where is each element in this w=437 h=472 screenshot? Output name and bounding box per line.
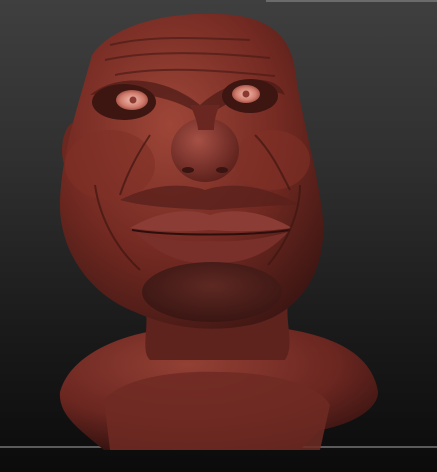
zbrush-canvas[interactable] xyxy=(0,0,437,472)
right-pupil xyxy=(242,90,250,98)
left-pupil xyxy=(129,96,137,104)
bust-front xyxy=(104,371,330,450)
right-cheek xyxy=(234,130,310,190)
nostril-right xyxy=(216,167,228,173)
sculpted-head-bust[interactable] xyxy=(0,0,437,472)
nostril-left xyxy=(182,167,194,173)
left-cheek xyxy=(65,130,155,200)
chin-stubble xyxy=(142,262,282,322)
